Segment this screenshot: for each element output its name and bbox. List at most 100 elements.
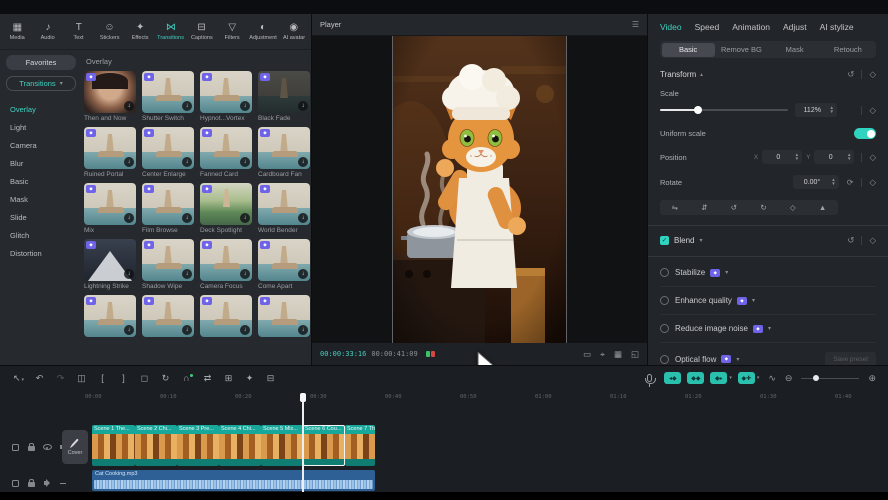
chevron-down-icon[interactable]: ▾ <box>736 356 739 363</box>
mute-icon[interactable] <box>42 478 52 488</box>
fullscreen-icon[interactable]: ◱ <box>631 349 639 360</box>
fill-icon[interactable]: ▲ <box>819 203 826 212</box>
delete-left-icon[interactable]: [ <box>92 373 113 383</box>
checkbox-icon[interactable] <box>660 324 669 333</box>
hide-icon[interactable] <box>42 442 52 452</box>
ratio-icon[interactable]: ▭ <box>583 349 591 360</box>
loop-icon[interactable]: ↻ <box>155 373 176 384</box>
quality-icon[interactable]: ▦ <box>614 349 622 360</box>
transition-card-film-browse[interactable]: ◆ ↓ Film Browse <box>142 183 194 234</box>
transition-card-then-and-now[interactable]: ◆ ↓ Then and Now <box>84 71 136 122</box>
section-optical-flow[interactable]: Optical flow ◆ ▾ Save preset <box>660 342 876 365</box>
player-display-menu-icon[interactable]: ☰ <box>632 20 639 29</box>
uniform-scale-toggle[interactable] <box>854 128 876 139</box>
scale-value-box[interactable]: 112% ▲▼ <box>795 103 837 117</box>
nav-item-adjustment[interactable]: ◐ Adjustment <box>248 22 279 41</box>
nav-item-captions[interactable]: ⊟ Captions <box>186 22 217 41</box>
nav-item-transitions[interactable]: ⋈ Transitions <box>156 22 187 41</box>
transform-section-header[interactable]: Transform ▴ ↺ ◇ <box>660 69 876 80</box>
cover-button[interactable]: Cover <box>62 430 88 464</box>
rotate-ccw-icon[interactable]: ↺ <box>731 203 737 212</box>
delete-right-icon[interactable]: ] <box>113 373 134 383</box>
category-overlay[interactable]: Overlay <box>6 100 76 118</box>
magnet-icon[interactable]: ∩ <box>176 373 197 383</box>
rotate-value-box[interactable]: 0.00° ▲▼ <box>793 175 839 189</box>
transition-card[interactable]: ◆ ↓ <box>258 295 310 337</box>
split-icon[interactable]: ◫ <box>71 373 92 384</box>
clip-scene-5-mix[interactable]: Scene 5 Mix... <box>261 425 303 466</box>
category-glitch[interactable]: Glitch <box>6 226 76 244</box>
category-light[interactable]: Light <box>6 118 76 136</box>
stepper-icon[interactable]: ▲▼ <box>847 153 851 161</box>
nav-item-media[interactable]: ▦ Media <box>2 22 33 41</box>
transition-card-ruined-portal[interactable]: ◆ ↓ Ruined Portal <box>84 127 136 178</box>
rotate-dial-icon[interactable]: ⟳ <box>847 178 854 187</box>
keyframe-icon[interactable]: ◇ <box>869 235 876 246</box>
keyframe-icon[interactable]: ◇ <box>869 69 876 80</box>
chevron-down-icon[interactable]: ▾ <box>768 325 771 332</box>
preview-stage[interactable] <box>312 36 647 343</box>
delete-icon[interactable]: ◻ <box>134 373 155 384</box>
options-icon[interactable] <box>10 442 20 452</box>
stepper-icon[interactable]: ▲▼ <box>830 106 834 114</box>
chevron-down-icon[interactable]: ▾ <box>757 375 760 381</box>
fit-icon[interactable]: ◇ <box>790 203 796 212</box>
keyframe-auto-icon[interactable]: ◆✚ <box>738 372 755 384</box>
blend-section-header[interactable]: ✓ Blend ▾ ↺ ◇ <box>660 235 876 246</box>
tab-ai-stylize[interactable]: AI stylize <box>820 22 854 32</box>
subtab-mask[interactable]: Mask <box>768 43 821 57</box>
tab-video[interactable]: Video <box>660 22 682 32</box>
chevron-down-icon[interactable]: ▾ <box>725 269 728 276</box>
select-tool-icon[interactable]: ↖▾ <box>8 373 29 384</box>
category-slide[interactable]: Slide <box>6 208 76 226</box>
save-preset-button[interactable]: Save preset <box>825 352 876 365</box>
checkbox-icon[interactable] <box>660 296 669 305</box>
transition-card[interactable]: ◆ ↓ <box>142 295 194 337</box>
transition-card[interactable]: ◆ ↓ <box>84 295 136 337</box>
zoom-out-icon[interactable]: ⊖ <box>785 373 793 384</box>
transition-card-mix[interactable]: ◆ ↓ Mix <box>84 183 136 234</box>
curve-icon[interactable]: ∿ <box>768 373 776 384</box>
clip-scene-7-tha[interactable]: Scene 7 Tha... <box>345 425 375 466</box>
transition-card-lightning-strike[interactable]: ◆ ↓ Lightning Strike <box>84 239 136 290</box>
checkbox-checked-icon[interactable]: ✓ <box>660 236 669 245</box>
transition-card-deck-spotlight[interactable]: ◆ ↓ Deck Spotlight <box>200 183 252 234</box>
checkbox-icon[interactable] <box>660 355 669 364</box>
nav-item-audio[interactable]: ♪ Audio <box>33 22 64 41</box>
flip-horizontal-icon[interactable]: ⇋ <box>672 203 678 212</box>
nav-item-ai-avatar[interactable]: ◉ AI avatar <box>278 22 309 41</box>
zoom-in-icon[interactable]: ⊕ <box>868 373 876 384</box>
transitions-dropdown[interactable]: Transitions ▾ <box>6 76 76 91</box>
checkbox-icon[interactable] <box>660 268 669 277</box>
category-mask[interactable]: Mask <box>6 190 76 208</box>
category-distortion[interactable]: Distortion <box>6 244 76 262</box>
clip-scene-4-chi[interactable]: Scene 4 Chi... <box>219 425 261 466</box>
redo-icon[interactable]: ↷ <box>50 373 71 384</box>
undo-icon[interactable]: ↶ <box>29 373 50 384</box>
keyframe-icon[interactable]: ◇ <box>869 152 876 163</box>
transition-card-black-fade[interactable]: ◆ ↓ Black Fade <box>258 71 310 122</box>
stepper-icon[interactable]: ▲▼ <box>831 178 835 186</box>
category-blur[interactable]: Blur <box>6 154 76 172</box>
clip-scene-2-chi[interactable]: Scene 2 Chi... <box>135 425 177 466</box>
tab-speed[interactable]: Speed <box>695 22 720 32</box>
crop-icon[interactable]: ⊞ <box>218 373 239 384</box>
transition-card-come-apart[interactable]: ◆ ↓ Come Apart <box>258 239 310 290</box>
more-icon[interactable] <box>58 478 68 488</box>
canvas-icon[interactable]: ⊟ <box>260 373 281 384</box>
clip-scene-1-the[interactable]: Scene 1 The... <box>92 425 135 466</box>
keyframe-add-icon[interactable]: ◆◆ <box>687 372 704 384</box>
motion-track-icon[interactable]: ⌖ <box>600 349 605 360</box>
tab-adjust[interactable]: Adjust <box>783 22 807 32</box>
clip-scene-3-pre[interactable]: Scene 3 Pre... <box>177 425 219 466</box>
transition-card-shutter-switch[interactable]: ◆ ↓ Shutter Switch <box>142 71 194 122</box>
mirror-icon[interactable]: ⇄ <box>197 373 218 384</box>
chevron-down-icon[interactable]: ▾ <box>729 375 732 381</box>
transition-card-shadow-wipe[interactable]: ◆ ↓ Shadow Wipe <box>142 239 194 290</box>
transition-card[interactable]: ◆ ↓ <box>200 295 252 337</box>
stepper-icon[interactable]: ▲▼ <box>795 153 799 161</box>
chevron-down-icon[interactable]: ▾ <box>752 297 755 304</box>
keyframe-next-icon[interactable]: ◆▸ <box>710 372 727 384</box>
effects-icon[interactable]: ✦ <box>239 373 260 384</box>
transition-card-camera-focus[interactable]: ◆ ↓ Camera Focus <box>200 239 252 290</box>
